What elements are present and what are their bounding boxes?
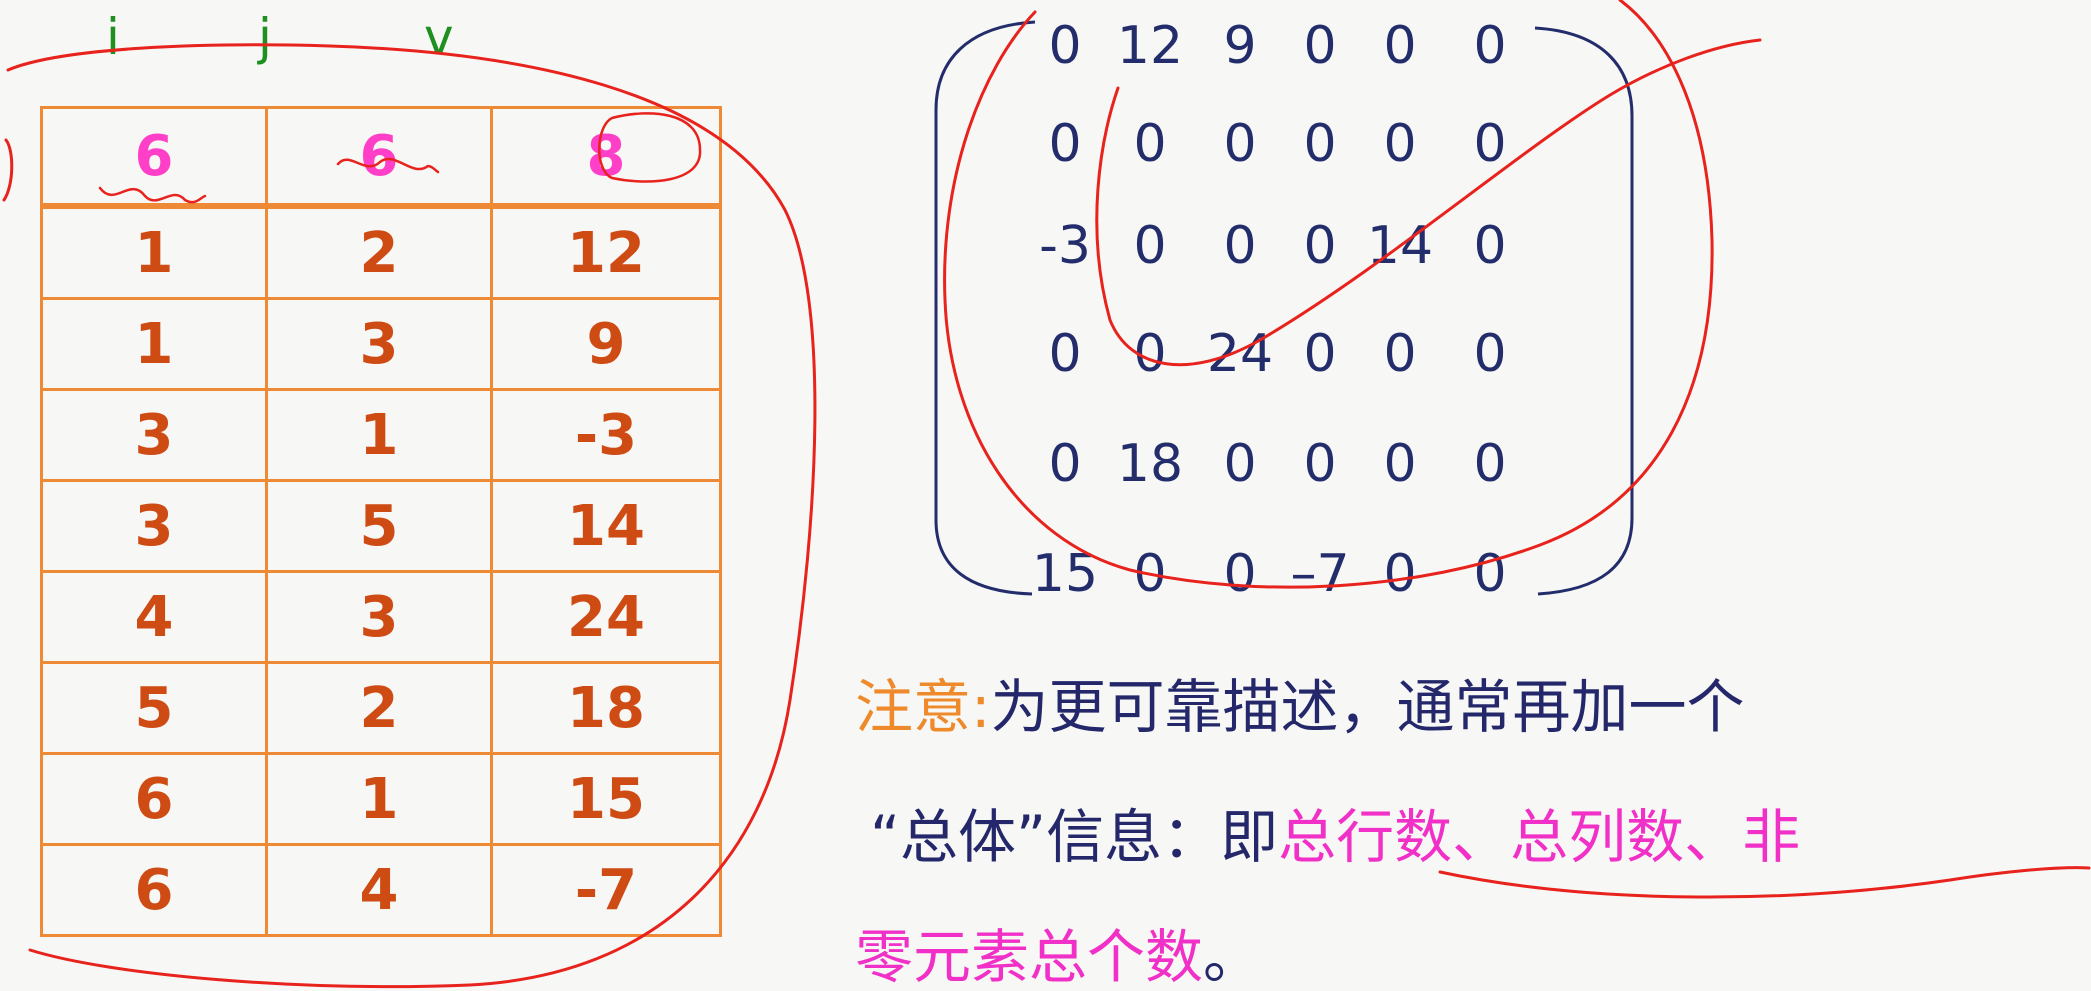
matrix-cell: 0: [1383, 324, 1417, 384]
matrix-cell: 0: [1383, 544, 1417, 604]
total-cols-cell: 6: [265, 106, 493, 209]
matrix-cell: 0: [1473, 434, 1507, 494]
table-cell: 1: [265, 388, 493, 482]
table-row: 139: [40, 297, 722, 391]
table-cell: 3: [265, 297, 493, 391]
table-cell: 14: [490, 479, 722, 573]
matrix-cell: 12: [1116, 16, 1184, 76]
matrix-cell: –7: [1290, 544, 1350, 604]
nonzero-count-cell: 8: [490, 106, 722, 209]
matrix-cell: 0: [1473, 216, 1507, 276]
table-row: 3 5 14: [40, 479, 722, 573]
matrix-cell: 0: [1473, 16, 1507, 76]
matrix-cell: 0: [1048, 114, 1082, 174]
matrix-cell: 0: [1133, 216, 1167, 276]
table-cell: 6: [40, 843, 268, 937]
table-row: 3 1 -3: [40, 388, 722, 482]
matrix-cell: 9: [1223, 16, 1257, 76]
note-highlight-2: 零元素总个数: [855, 923, 1204, 991]
triplet-table: 6 6 8 1 2 12 139 3 1 -3 3 5 14 4 3 24 5 2 18 6 1 15 …: [40, 106, 722, 937]
matrix-cell: 24: [1206, 324, 1274, 384]
column-label-j: j: [258, 8, 272, 66]
matrix-cell: 14: [1366, 216, 1434, 276]
matrix-cell: 0: [1133, 324, 1167, 384]
table-cell: 5: [265, 479, 493, 573]
table-cell: 18: [490, 661, 722, 755]
slide: i j v 6 6 8 1 2 12 139 3 1 -3 3 5 14 4 3 24 5 2 18…: [0, 0, 2091, 991]
matrix-cell: 18: [1116, 434, 1184, 494]
table-cell: 3: [40, 479, 268, 573]
left-edge-bracket-stroke: [2, 138, 14, 202]
matrix-cell: 0: [1383, 114, 1417, 174]
table-cell: 9: [490, 297, 722, 391]
note-line-3: 零元素总个数。: [855, 928, 1261, 986]
matrix-cell: -3: [1039, 216, 1091, 276]
matrix-cell: 0: [1223, 544, 1257, 604]
table-cell: -7: [490, 843, 722, 937]
matrix-cell: 15: [1031, 544, 1099, 604]
note-highlight-1: 总行数、总列数、非: [1278, 803, 1801, 871]
table-cell: 3: [265, 570, 493, 664]
table-cell: 2: [265, 661, 493, 755]
table-cell: 12: [490, 204, 722, 300]
matrix-cell: 0: [1383, 434, 1417, 494]
matrix-cell: 0: [1303, 16, 1337, 76]
note-line-2: “总体”信息：即总行数、总列数、非: [870, 808, 1800, 866]
table-cell: 1: [40, 297, 268, 391]
column-label-i: i: [106, 8, 120, 66]
table-row: 1 2 12: [40, 204, 722, 300]
matrix-cell: 0: [1473, 114, 1507, 174]
matrix-cell: 0: [1223, 114, 1257, 174]
table-cell: 15: [490, 752, 722, 846]
table-row: 5 2 18: [40, 661, 722, 755]
table-row: 6 4 -7: [40, 843, 722, 937]
table-cell: 3: [40, 388, 268, 482]
matrix-cell: 0: [1048, 324, 1082, 384]
matrix-cell: 0: [1048, 434, 1082, 494]
table-cell: 24: [490, 570, 722, 664]
table-cell: 6: [40, 752, 268, 846]
matrix-cell: 0: [1473, 544, 1507, 604]
table-header-row: 6 6 8: [40, 106, 722, 209]
matrix-cell: 0: [1473, 324, 1507, 384]
matrix-cell: 0: [1303, 114, 1337, 174]
matrix-cell: 0: [1383, 16, 1417, 76]
column-label-v: v: [424, 8, 454, 66]
table-cell: 4: [40, 570, 268, 664]
table-row: 4 3 24: [40, 570, 722, 664]
matrix-cell: 0: [1048, 16, 1082, 76]
table-cell: 1: [40, 204, 268, 300]
note-underline-stroke: [1438, 866, 2091, 899]
matrix-cell: 0: [1133, 114, 1167, 174]
matrix-cell: 0: [1303, 434, 1337, 494]
table-cell: -3: [490, 388, 722, 482]
note-label: 注意:: [855, 673, 991, 741]
note-text-2: “总体”信息：即: [870, 803, 1279, 871]
table-cell: 1: [265, 752, 493, 846]
matrix-cell: 0: [1133, 544, 1167, 604]
note-end: 。: [1203, 923, 1262, 991]
note-text-1: 为更可靠描述，通常再加一个: [990, 673, 1745, 741]
matrix-brackets: [934, 20, 1634, 596]
matrix-cell: 0: [1223, 216, 1257, 276]
table-row: 6 1 15: [40, 752, 722, 846]
matrix-cell: 0: [1303, 216, 1337, 276]
note-line-1: 注意:为更可靠描述，通常再加一个: [855, 678, 1745, 736]
matrix-cell: 0: [1223, 434, 1257, 494]
table-cell: 4: [265, 843, 493, 937]
table-cell: 5: [40, 661, 268, 755]
table-cell: 2: [265, 204, 493, 300]
matrix-cell: 0: [1303, 324, 1337, 384]
total-rows-cell: 6: [40, 106, 268, 209]
